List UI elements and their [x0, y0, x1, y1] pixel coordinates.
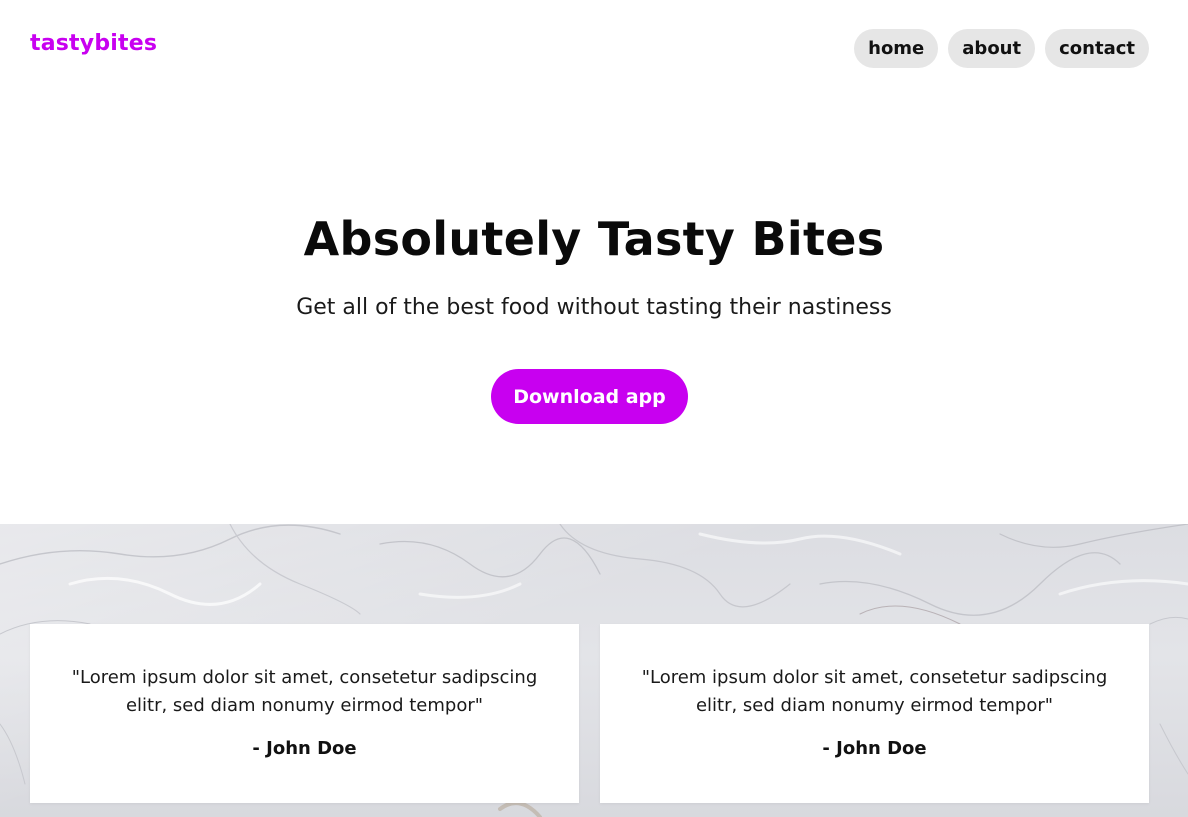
testimonials-section: "Lorem ipsum dolor sit amet, consetetur … [0, 524, 1188, 817]
site-header: tastybites home about contact [0, 0, 1188, 100]
download-app-button[interactable]: Download app [491, 369, 688, 424]
testimonial-author: - John Doe [822, 738, 927, 759]
hero-title: Absolutely Tasty Bites [303, 212, 885, 266]
testimonial-author: - John Doe [252, 738, 357, 759]
nav-contact-link[interactable]: contact [1045, 29, 1149, 68]
site-logo[interactable]: tastybites [30, 31, 157, 56]
main-nav: home about contact [854, 29, 1149, 68]
nav-home-link[interactable]: home [854, 29, 939, 68]
testimonial-card: "Lorem ipsum dolor sit amet, consetetur … [600, 624, 1149, 803]
testimonial-card: "Lorem ipsum dolor sit amet, consetetur … [30, 624, 579, 803]
hero-section: Absolutely Tasty Bites Get all of the be… [0, 100, 1188, 524]
testimonial-quote: "Lorem ipsum dolor sit amet, consetetur … [641, 667, 1108, 716]
hero-subtitle: Get all of the best food without tasting… [296, 295, 892, 320]
nav-about-link[interactable]: about [948, 29, 1036, 68]
testimonial-quote: "Lorem ipsum dolor sit amet, consetetur … [71, 667, 538, 716]
